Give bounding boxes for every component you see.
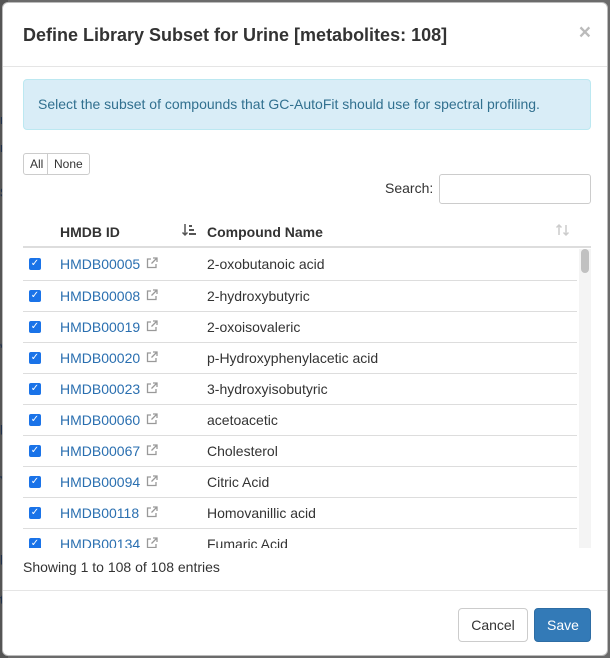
row-checkbox[interactable]: ✓: [29, 290, 41, 302]
table-row[interactable]: ✓ HMDB00023 3-hydroxyisobutyric: [23, 373, 577, 404]
table-row[interactable]: ✓ HMDB00008 2-hydroxybutyric: [23, 280, 577, 311]
table-row[interactable]: ✓ HMDB00005 2-oxobutanoic acid: [23, 249, 577, 280]
hmdb-id-link[interactable]: HMDB00005: [60, 256, 140, 272]
external-link-icon[interactable]: [146, 474, 158, 487]
compound-name: Cholesterol: [207, 443, 278, 459]
column-header-compound-name[interactable]: Compound Name: [207, 224, 323, 240]
row-checkbox[interactable]: ✓: [29, 414, 41, 426]
table-row[interactable]: ✓ HMDB00094 Citric Acid: [23, 466, 577, 497]
row-checkbox[interactable]: ✓: [29, 321, 41, 333]
compound-name: acetoacetic: [207, 412, 278, 428]
modal-footer: Cancel Save: [3, 590, 607, 655]
hmdb-id-link[interactable]: HMDB00134: [60, 536, 140, 548]
external-link-icon[interactable]: [146, 381, 158, 394]
compound-name: 2-hydroxybutyric: [207, 288, 310, 304]
scrollbar-thumb[interactable]: [581, 249, 589, 273]
external-link-icon[interactable]: [146, 443, 158, 456]
hmdb-id-link[interactable]: HMDB00019: [60, 319, 140, 335]
table-row[interactable]: ✓ HMDB00019 2-oxoisovaleric: [23, 311, 577, 342]
compound-table: HMDB ID Compound Name ✓ HMDB00005 2-oxobut…: [23, 216, 591, 548]
hmdb-id-link[interactable]: HMDB00020: [60, 350, 140, 366]
row-checkbox[interactable]: ✓: [29, 476, 41, 488]
column-header-hmdb-id[interactable]: HMDB ID: [60, 224, 120, 240]
table-row[interactable]: ✓ HMDB00134 Fumaric Acid: [23, 528, 577, 548]
hmdb-id-link[interactable]: HMDB00060: [60, 412, 140, 428]
table-header: HMDB ID Compound Name: [23, 216, 591, 248]
close-icon[interactable]: ×: [579, 22, 591, 43]
library-subset-modal: Define Library Subset for Urine [metabol…: [2, 2, 608, 656]
external-link-icon[interactable]: [146, 536, 158, 548]
info-alert: Select the subset of compounds that GC-A…: [23, 79, 591, 130]
table-body: ✓ HMDB00005 2-oxobutanoic acid ✓ HMDB00008 2-…: [23, 249, 577, 548]
search-input[interactable]: [439, 174, 591, 204]
cancel-button[interactable]: Cancel: [458, 608, 528, 642]
table-row[interactable]: ✓ HMDB00020 p-Hydroxyphenylacetic acid: [23, 342, 577, 373]
search-label: Search:: [385, 180, 434, 196]
hmdb-id-link[interactable]: HMDB00008: [60, 288, 140, 304]
external-link-icon[interactable]: [146, 412, 158, 425]
modal-title: Define Library Subset for Urine [metabol…: [23, 25, 448, 45]
hmdb-id-link[interactable]: HMDB00094: [60, 474, 140, 490]
table-scrollbar[interactable]: [579, 249, 591, 548]
hmdb-id-link[interactable]: HMDB00118: [60, 505, 139, 521]
external-link-icon[interactable]: [146, 288, 158, 301]
table-row[interactable]: ✓ HMDB00118 Homovanillic acid: [23, 497, 577, 528]
hmdb-id-link[interactable]: HMDB00023: [60, 381, 140, 397]
row-checkbox[interactable]: ✓: [29, 507, 41, 519]
table-row[interactable]: ✓ HMDB00067 Cholesterol: [23, 435, 577, 466]
sort-ascending-icon[interactable]: [181, 222, 197, 241]
compound-name: p-Hydroxyphenylacetic acid: [207, 350, 379, 366]
compound-name: 3-hydroxyisobutyric: [207, 381, 328, 397]
hmdb-id-link[interactable]: HMDB00067: [60, 443, 140, 459]
external-link-icon[interactable]: [146, 350, 158, 363]
compound-name: 2-oxoisovaleric: [207, 319, 301, 335]
table-info: Showing 1 to 108 of 108 entries: [23, 559, 220, 575]
row-checkbox[interactable]: ✓: [29, 258, 41, 270]
modal-header: Define Library Subset for Urine [metabol…: [3, 3, 607, 67]
save-button[interactable]: Save: [534, 608, 591, 642]
table-row[interactable]: ✓ HMDB00060 acetoacetic: [23, 404, 577, 435]
external-link-icon[interactable]: [146, 256, 158, 269]
row-checkbox[interactable]: ✓: [29, 383, 41, 395]
compound-name: 2-oxobutanoic acid: [207, 256, 325, 272]
row-checkbox[interactable]: ✓: [29, 538, 41, 548]
select-none-button[interactable]: None: [47, 153, 90, 175]
sort-both-icon[interactable]: [555, 222, 571, 241]
compound-name: Citric Acid: [207, 474, 270, 490]
row-checkbox[interactable]: ✓: [29, 352, 41, 364]
external-link-icon[interactable]: [146, 505, 158, 518]
compound-name: Fumaric Acid: [207, 536, 288, 548]
row-checkbox[interactable]: ✓: [29, 445, 41, 457]
external-link-icon[interactable]: [146, 319, 158, 332]
compound-name: Homovanillic acid: [207, 505, 316, 521]
